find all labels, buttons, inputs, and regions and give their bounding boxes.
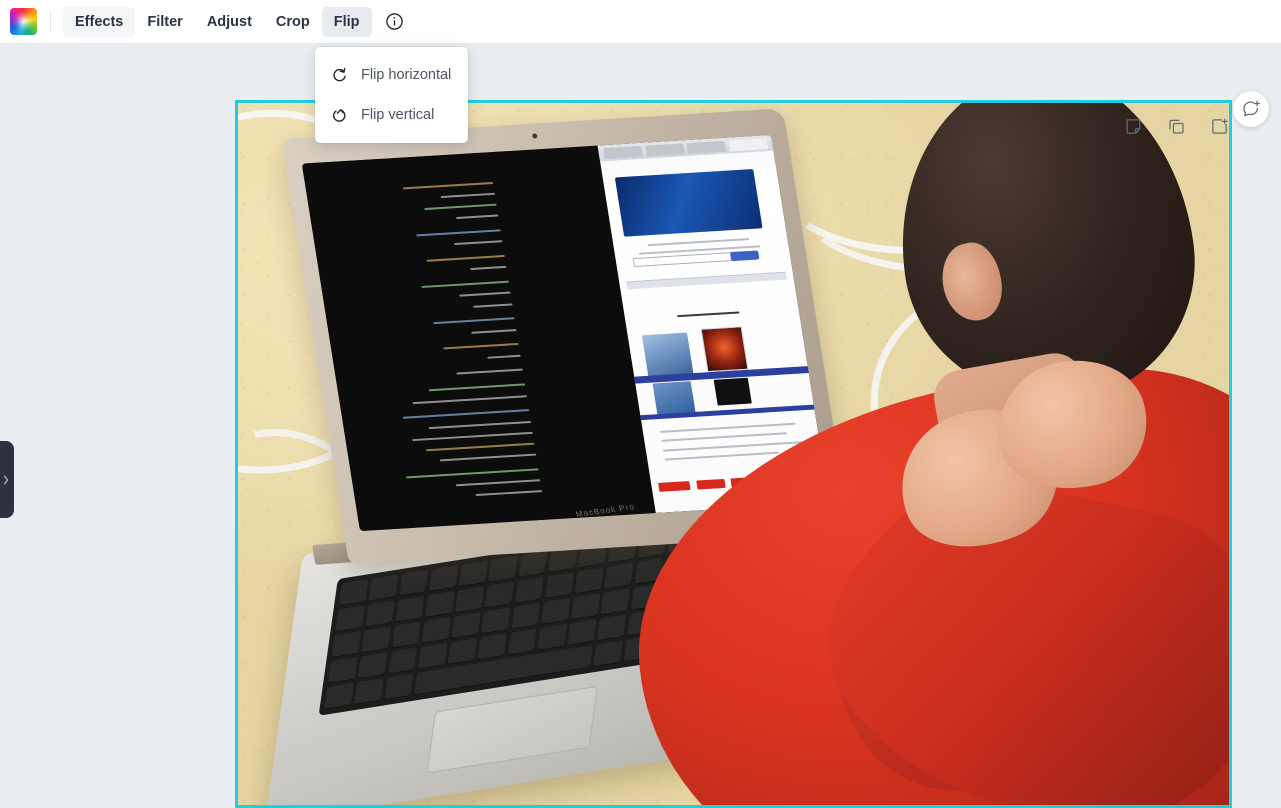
canvas-action-icons <box>1121 114 1231 138</box>
person <box>613 103 1229 805</box>
menu-item-label: Flip horizontal <box>361 67 452 83</box>
tab-effects[interactable]: Effects <box>63 6 136 37</box>
webcam <box>531 133 538 139</box>
menu-item-flip-horizontal[interactable]: Flip horizontal <box>315 55 468 95</box>
add-comment-icon[interactable] <box>1233 91 1269 127</box>
selected-image[interactable]: MacBook Pro <box>235 100 1232 808</box>
toolbar-divider <box>50 10 51 33</box>
note-page-icon[interactable] <box>1121 114 1145 138</box>
tab-adjust[interactable]: Adjust <box>195 7 264 37</box>
laptop-trackpad <box>426 685 599 774</box>
flip-dropdown-menu: Flip horizontal Flip vertical <box>315 47 468 143</box>
tab-flip[interactable]: Flip <box>321 6 372 37</box>
tab-filter[interactable]: Filter <box>135 7 194 37</box>
info-circle-icon[interactable] <box>380 7 410 37</box>
menu-item-label: Flip vertical <box>361 107 435 123</box>
flip-horizontal-icon <box>329 65 349 85</box>
menu-item-flip-vertical[interactable]: Flip vertical <box>315 95 468 135</box>
thumbnail-photo <box>652 381 697 417</box>
flip-vertical-icon <box>329 105 349 125</box>
photo-content: MacBook Pro <box>238 103 1229 805</box>
duplicate-icon[interactable] <box>1164 114 1188 138</box>
editor-canvas: MacBook Pro <box>0 44 1281 808</box>
add-to-board-icon[interactable] <box>1207 114 1231 138</box>
rainbow-prism-logo[interactable] <box>10 8 37 35</box>
top-toolbar: Effects Filter Adjust Crop Flip <box>0 0 1281 44</box>
tab-crop[interactable]: Crop <box>264 7 322 37</box>
left-drawer-handle[interactable] <box>0 441 14 518</box>
